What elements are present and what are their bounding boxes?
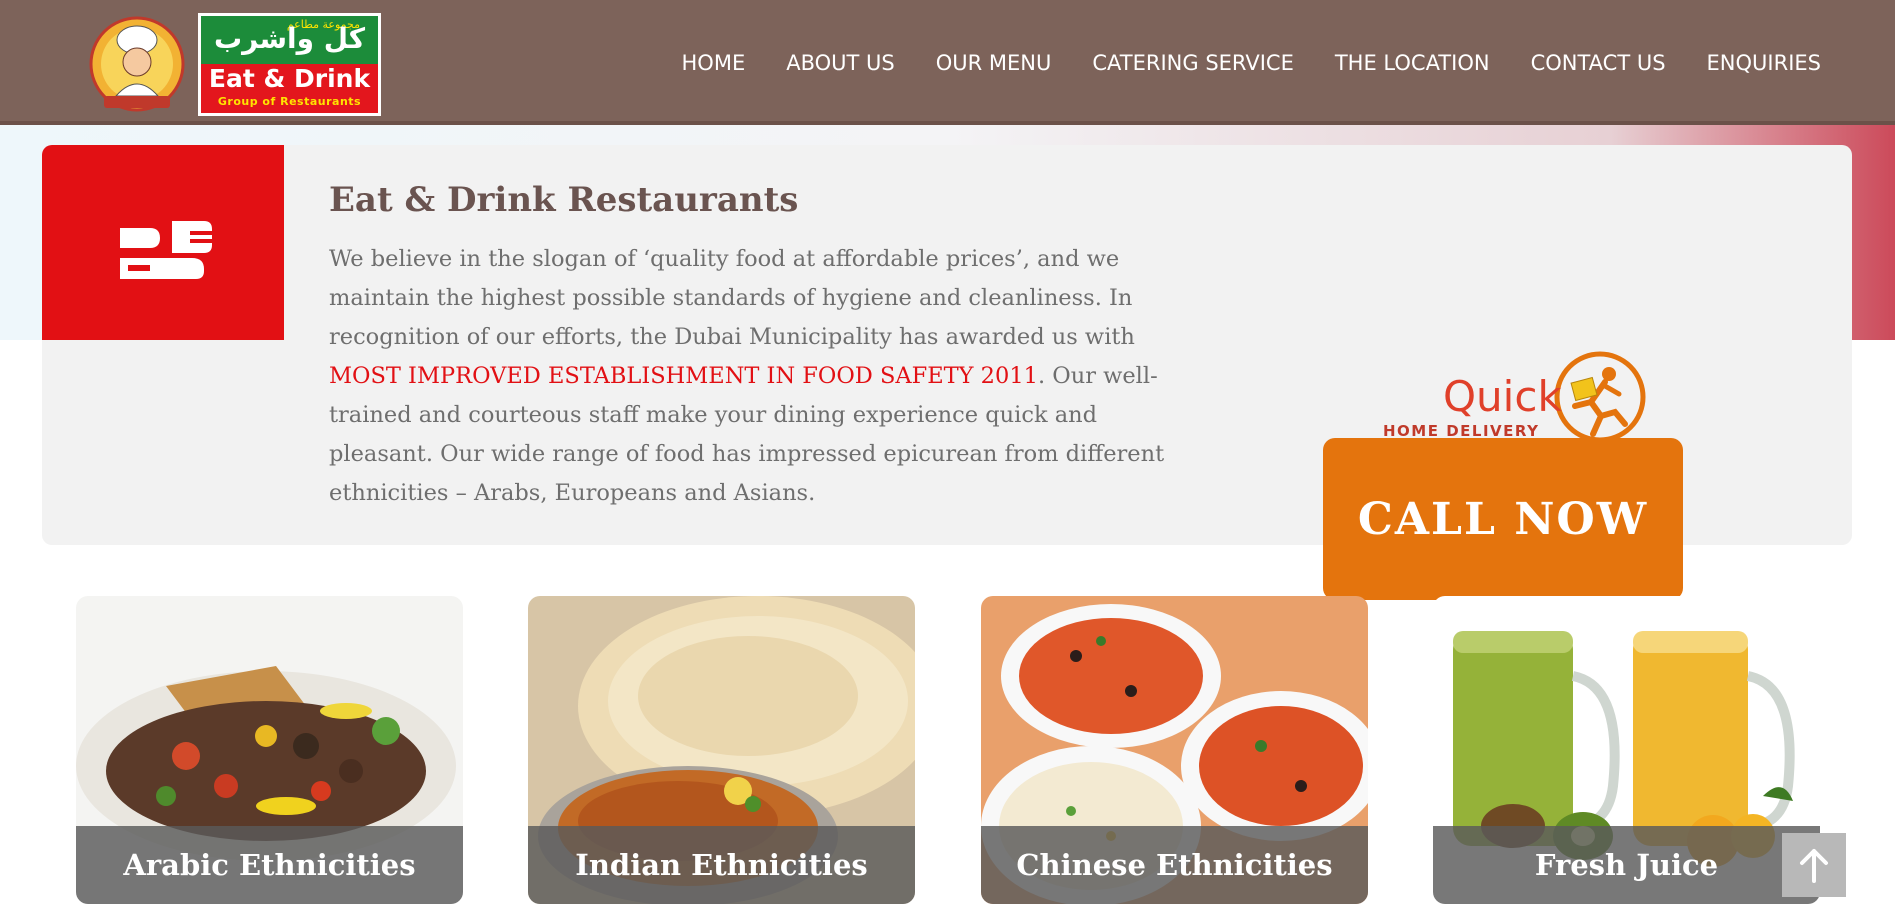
nav-enquiries[interactable]: ENQUIRIES	[1686, 48, 1821, 78]
category-card-arabic[interactable]: Arabic Ethnicities	[76, 596, 463, 904]
nav-about-us[interactable]: ABOUT US	[766, 48, 916, 78]
delivery-runner-icon	[1554, 351, 1646, 443]
nav-the-location[interactable]: THE LOCATION	[1314, 48, 1510, 78]
site-header: مجموعة مطاعم كل واشرب Eat & Drink Group …	[0, 0, 1895, 125]
intro-paragraph: We believe in the slogan of ‘quality foo…	[329, 240, 1199, 513]
home-delivery-banner: Quick HOME DELIVERY CALL NOW	[1323, 350, 1685, 600]
intro-text-before: We believe in the slogan of ‘quality foo…	[329, 246, 1135, 350]
logo-arabic-name: كل واشرب	[213, 22, 366, 55]
card-caption-arabic: Arabic Ethnicities	[76, 826, 463, 904]
card-caption-chinese: Chinese Ethnicities	[981, 826, 1368, 904]
call-now-button[interactable]: CALL NOW	[1323, 438, 1683, 600]
logo-brand-name: Eat & Drink	[208, 64, 371, 93]
nav-our-menu[interactable]: OUR MENU	[915, 48, 1072, 78]
intro-icon-box	[42, 145, 284, 340]
chef-logo-icon[interactable]	[86, 10, 188, 118]
card-caption-indian: Indian Ethnicities	[528, 826, 915, 904]
utensils-icon	[120, 221, 212, 279]
category-card-indian[interactable]: Indian Ethnicities	[528, 596, 915, 904]
nav-home[interactable]: HOME	[661, 48, 766, 78]
intro-title: Eat & Drink Restaurants	[329, 180, 799, 220]
award-highlight: MOST IMPROVED ESTABLISHMENT IN FOOD SAFE…	[329, 363, 1038, 389]
logo-subtitle: Group of Restaurants	[217, 95, 362, 108]
category-card-fresh-juice[interactable]: Fresh Juice	[1433, 596, 1820, 904]
brand-logo[interactable]: مجموعة مطاعم كل واشرب Eat & Drink Group …	[198, 13, 381, 116]
arrow-up-icon	[1800, 849, 1828, 883]
nav-contact-us[interactable]: CONTACT US	[1510, 48, 1686, 78]
quick-label: Quick	[1443, 372, 1562, 421]
scroll-to-top-button[interactable]	[1782, 833, 1846, 897]
main-nav: HOME ABOUT US OUR MENU CATERING SERVICE …	[661, 48, 1821, 78]
card-caption-fresh-juice: Fresh Juice	[1433, 826, 1820, 904]
nav-catering-service[interactable]: CATERING SERVICE	[1072, 48, 1314, 78]
category-card-chinese[interactable]: Chinese Ethnicities	[981, 596, 1368, 904]
intro-card: Eat & Drink Restaurants We believe in th…	[42, 145, 1852, 600]
